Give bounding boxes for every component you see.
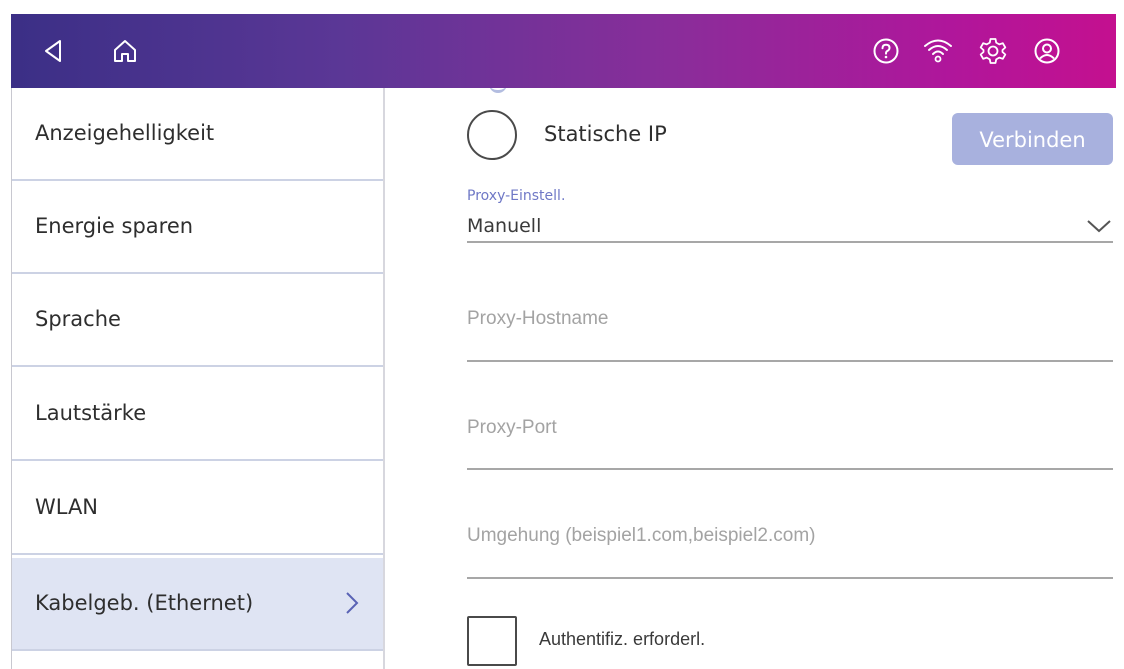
proxy-hostname-placeholder: Proxy-Hostname (467, 308, 609, 329)
chevron-down-icon (1086, 218, 1112, 238)
wifi-icon[interactable] (920, 33, 956, 69)
top-bar (11, 14, 1116, 88)
proxy-settings-value: Manuell (467, 215, 542, 237)
sidebar-item-label: Lautstärke (35, 401, 147, 425)
proxy-bypass-placeholder: Umgehung (beispiel1.com,beispiel2.com) (467, 525, 816, 546)
sidebar-item-label: Kabelgeb. (Ethernet) (35, 591, 254, 615)
connect-button[interactable]: Verbinden (952, 113, 1113, 165)
home-icon[interactable] (107, 33, 143, 69)
proxy-hostname-underline (467, 360, 1113, 362)
auth-required-checkbox[interactable] (467, 616, 517, 666)
chevron-right-icon (345, 591, 359, 619)
sidebar-item-language[interactable]: Sprache (12, 274, 383, 367)
proxy-port-placeholder: Proxy-Port (467, 417, 557, 438)
proxy-bypass-underline (467, 577, 1113, 579)
sidebar-item-energy-saving[interactable]: Energie sparen (12, 181, 383, 274)
static-ip-label: Statische IP (544, 122, 667, 146)
back-icon[interactable] (35, 33, 71, 69)
auth-required-label: Authentifiz. erforderl. (539, 629, 706, 649)
radio-partial-above (489, 88, 507, 93)
sidebar-item-volume[interactable]: Lautstärke (12, 368, 383, 461)
ethernet-settings-panel: Statische IP Verbinden Proxy-Einstell. M… (385, 88, 1116, 669)
sidebar-item-display-brightness[interactable]: Anzeigehelligkeit (12, 88, 383, 181)
help-icon[interactable] (868, 33, 904, 69)
settings-sidebar: Anzeigehelligkeit Energie sparen Sprache… (12, 88, 383, 669)
sidebar-item-label: Anzeigehelligkeit (35, 121, 215, 145)
sidebar-item-wlan[interactable]: WLAN (12, 462, 383, 555)
static-ip-radio[interactable] (467, 110, 517, 160)
settings-icon[interactable] (975, 33, 1011, 69)
proxy-settings-label: Proxy-Einstell. (467, 188, 566, 204)
proxy-port-underline (467, 468, 1113, 470)
sidebar-item-label: Energie sparen (35, 214, 194, 238)
sidebar-item-ethernet[interactable]: Kabelgeb. (Ethernet) (12, 558, 383, 651)
sidebar-item-label: WLAN (35, 495, 99, 519)
account-icon[interactable] (1029, 33, 1065, 69)
sidebar-item-label: Sprache (35, 307, 121, 331)
proxy-settings-underline (467, 241, 1113, 243)
